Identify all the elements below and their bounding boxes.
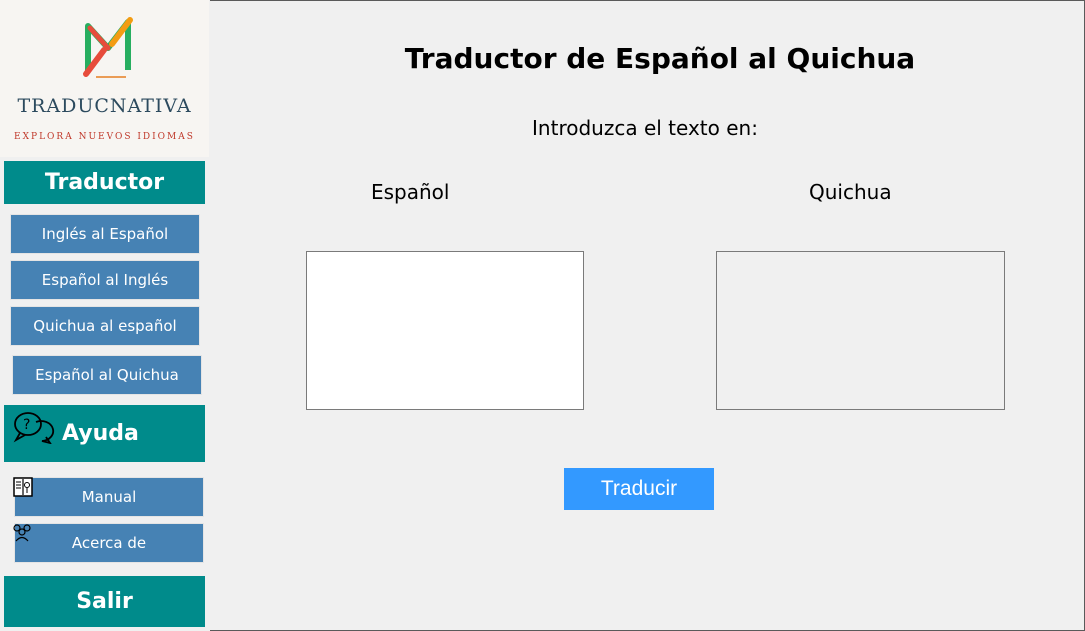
translator-header-label: Traductor [44,170,165,195]
brand-tagline: EXPLORA NUEVOS IDIOMAS [14,132,195,142]
nav-espanol-al-quichua-button[interactable]: Español al Quichua [12,355,202,395]
nav-quichua-al-espanol-button[interactable]: Quichua al español [10,306,200,346]
nav-ingles-al-espanol-button[interactable]: Inglés al Español [10,214,200,254]
target-text-output[interactable] [716,251,1005,410]
translate-button[interactable]: Traducir [564,468,714,510]
exit-button[interactable]: Salir [4,576,205,627]
page-title: Traductor de Español al Quichua [404,42,916,75]
translator-section-header: Traductor [4,161,205,204]
nav-button-label: Inglés al Español [41,225,169,243]
sidebar: TRADUCNATIVA EXPLORA NUEVOS IDIOMAS Trad… [0,0,210,631]
manual-button[interactable]: Manual [14,477,204,517]
translate-button-label: Traducir [600,477,678,500]
brand-logo: TRADUCNATIVA EXPLORA NUEVOS IDIOMAS [0,0,209,157]
acerca-de-button[interactable]: Acerca de [14,523,204,563]
brand-name: TRADUCNATIVA [17,95,192,117]
target-language-label: Quichua [809,180,892,204]
nav-button-label: Español al Inglés [41,271,169,289]
svg-text:?: ? [23,417,30,433]
acerca-de-label: Acerca de [71,534,147,552]
help-header-label: Ayuda [62,421,139,446]
traducnativa-logo-icon [83,17,133,78]
nav-espanol-al-ingles-button[interactable]: Español al Inglés [10,260,200,300]
input-instruction: Introduzca el texto en: [532,116,758,140]
nav-button-label: Quichua al español [33,317,177,335]
manual-label: Manual [81,488,137,506]
help-chat-icon: ? [13,412,55,444]
exit-label: Salir [76,589,133,614]
people-group-icon [13,524,31,542]
source-text-input[interactable] [306,251,584,410]
manual-book-icon [13,477,33,497]
nav-button-label: Español al Quichua [35,366,179,384]
source-language-label: Español [371,180,450,204]
